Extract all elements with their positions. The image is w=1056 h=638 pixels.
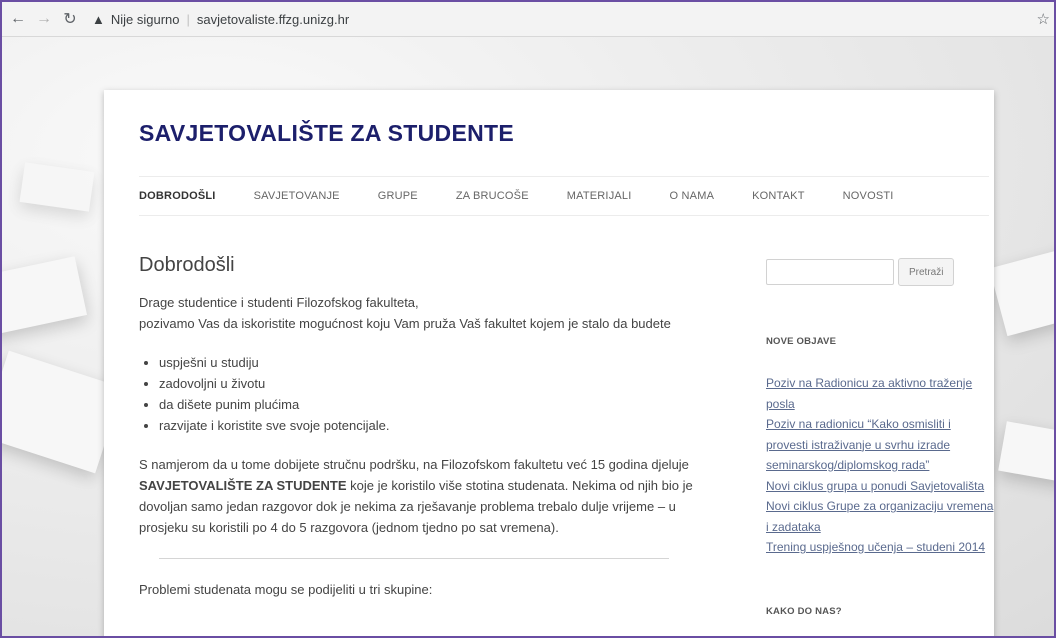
decorative-shape [998,421,1054,483]
browser-window: ← → ↻ ▲ Nije sigurno | savjetovaliste.ff… [0,0,1056,638]
decorative-shape [19,162,95,212]
search-button[interactable]: Pretraži [898,258,955,286]
list-item: zadovoljni u životu [159,373,719,394]
post-link[interactable]: Novi ciklus Grupe za organizaciju vremen… [766,496,996,537]
url-separator: | [186,11,190,27]
menu-item-grupe[interactable]: GRUPE [378,190,418,202]
intro-line: Drage studentice i studenti Filozofskog … [139,295,419,310]
menu-item-kontakt[interactable]: KONTAKT [752,190,805,202]
site-title[interactable]: SAVJETOVALIŠTE ZA STUDENTE [139,120,514,147]
recent-posts-title: NOVE OBJAVE [766,336,837,347]
paragraph-text: S namjerom da u tome dobijete stručnu po… [139,457,689,472]
menu-item-o-nama[interactable]: O NAMA [670,190,715,202]
main-menu: DOBRODOŠLI SAVJETOVANJE GRUPE ZA BRUCOŠE… [139,176,989,216]
main-content: Dobrodošli Drage studentice i studenti F… [139,255,719,600]
intro-line: pozivamo Vas da iskoristite mogućnost ko… [139,316,671,331]
url-text[interactable]: savjetovaliste.ffzg.unizg.hr [197,12,349,27]
post-link[interactable]: Poziv na radionicu “Kako osmisliti i pro… [766,414,996,476]
goals-list: uspješni u studiju zadovoljni u životu d… [139,352,719,436]
post-link[interactable]: Trening uspješnog učenja – studeni 2014 [766,537,996,558]
divider [159,558,669,559]
problems-line: Problemi studenata mogu se podijeliti u … [139,582,433,597]
menu-item-savjetovanje[interactable]: SAVJETOVANJE [254,190,340,202]
decorative-shape [989,247,1054,337]
menu-item-materijali[interactable]: MATERIJALI [567,190,632,202]
search-form: Pretraži [766,258,996,286]
post-link[interactable]: Novi ciklus grupa u ponudi Savjetovališt… [766,476,996,497]
browser-toolbar: ← → ↻ ▲ Nije sigurno | savjetovaliste.ff… [2,2,1054,37]
decorative-shape [2,256,88,338]
list-item: razvijate i koristite sve svoje potencij… [159,415,719,436]
menu-item-za-brucose[interactable]: ZA BRUCOŠE [456,190,529,202]
menu-item-dobrodosli[interactable]: DOBRODOŠLI [139,190,216,202]
back-arrow-icon[interactable]: ← [8,9,28,29]
menu-item-novosti[interactable]: NOVOSTI [843,190,894,202]
post-link[interactable]: Poziv na Radionicu za aktivno traženje p… [766,373,996,414]
how-to-reach-title: KAKO DO NAS? [766,605,842,617]
forward-arrow-icon[interactable]: → [34,9,54,29]
search-input[interactable] [766,259,894,285]
reload-icon[interactable]: ↻ [60,9,80,29]
sidebar: Pretraži NOVE OBJAVE Poziv na Radionicu … [766,258,996,636]
security-label: Nije sigurno [110,11,180,27]
list-item: da dišete punim plućima [159,394,719,415]
highlight-text: SAVJETOVALIŠTE ZA STUDENTE [139,478,347,493]
description-paragraph: S namjerom da u tome dobijete stručnu po… [139,454,719,538]
list-item: uspješni u studiju [159,352,719,373]
bookmark-star-icon[interactable]: ☆ [1037,10,1050,28]
page-card: SAVJETOVALIŠTE ZA STUDENTE DOBRODOŠLI SA… [104,90,996,636]
warning-icon[interactable]: ▲ [92,12,105,27]
page-heading: Dobrodošli [139,254,235,276]
address-bar[interactable]: ▲ Nije sigurno | savjetovaliste.ffzg.uni… [92,12,349,27]
